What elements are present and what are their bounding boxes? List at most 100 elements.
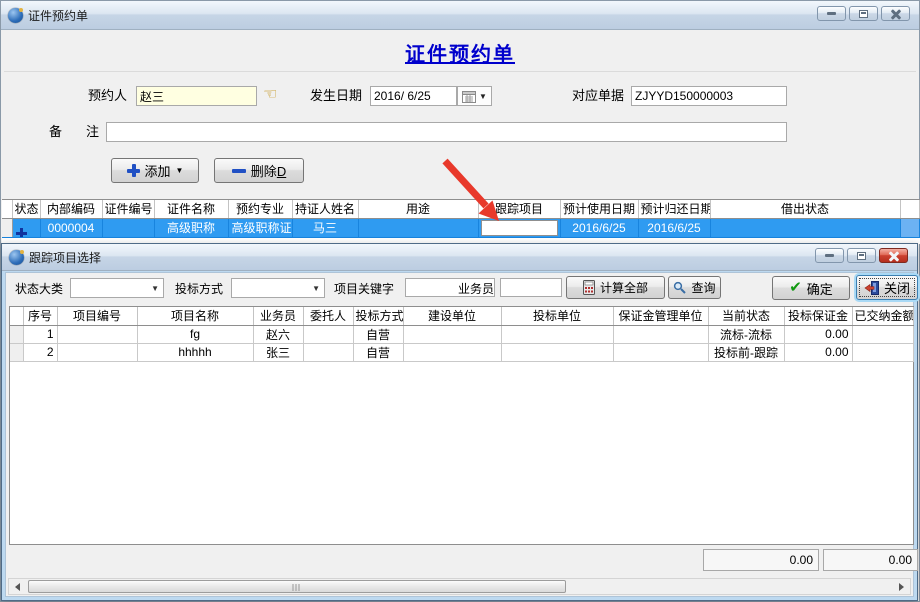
col-tracking-project[interactable]: 跟踪项目 [478, 200, 560, 218]
doc-label: 对应单据 [572, 88, 624, 104]
project-row[interactable]: 1 fg 赵六 自营 流标-流标 0.00 [10, 325, 913, 343]
reserver-input[interactable] [136, 86, 257, 106]
dialog-minimize-button[interactable] [815, 248, 844, 263]
calculator-icon [583, 280, 595, 295]
col-bid-method[interactable]: 投标方式 [353, 307, 403, 325]
query-button[interactable]: 查询 [668, 276, 721, 299]
paid-total: 0.00 [823, 549, 918, 571]
add-plus-icon [127, 164, 140, 177]
col-return-date[interactable]: 预计归还日期 [638, 200, 710, 218]
col-cert-name[interactable]: 证件名称 [154, 200, 228, 218]
main-window-titlebar[interactable]: 证件预约单 [1, 1, 919, 30]
col-status[interactable]: 状态 [12, 200, 40, 218]
status-category-label: 状态大类 [15, 281, 63, 297]
salesperson-label: 业务员 [458, 281, 494, 297]
delete-minus-icon [232, 169, 246, 173]
exit-door-icon [864, 281, 879, 295]
projects-grid: 序号 项目编号 项目名称 业务员 委托人 投标方式 建设单位 投标单位 保证金管… [9, 306, 914, 545]
scroll-right-button[interactable] [893, 579, 910, 594]
dialog-title: 跟踪项目选择 [29, 249, 101, 266]
col-salesperson[interactable]: 业务员 [253, 307, 303, 325]
salesperson-input[interactable] [500, 278, 562, 297]
maximize-button[interactable] [849, 6, 878, 21]
occur-date-label: 发生日期 [310, 88, 362, 104]
col-deposit-mgmt-unit[interactable]: 保证金管理单位 [613, 307, 708, 325]
close-dialog-button[interactable]: 关闭 [856, 275, 918, 300]
col-client[interactable]: 委托人 [303, 307, 353, 325]
col-use-date[interactable]: 预计使用日期 [560, 200, 638, 218]
col-seq[interactable]: 序号 [23, 307, 57, 325]
dialog-maximize-button[interactable] [847, 248, 876, 263]
maximize-icon [859, 10, 868, 18]
chevron-down-icon: ▼ [151, 284, 163, 293]
deposit-total: 0.00 [703, 549, 819, 571]
dialog-titlebar[interactable]: 跟踪项目选择 [2, 244, 917, 271]
col-project-name[interactable]: 项目名称 [137, 307, 253, 325]
col-project-no[interactable]: 项目编号 [57, 307, 137, 325]
dialog-app-icon [9, 250, 24, 265]
page-title: 证件预约单 [1, 38, 919, 67]
projects-grid-header: 序号 项目编号 项目名称 业务员 委托人 投标方式 建设单位 投标单位 保证金管… [10, 307, 913, 325]
app-icon [8, 8, 23, 23]
reserver-label: 预约人 [88, 88, 127, 104]
check-icon: ✔ [789, 281, 802, 295]
ok-button[interactable]: ✔ 确定 [772, 276, 850, 300]
date-dropdown-arrow-icon: ▼ [479, 92, 487, 101]
totals-strip: 0.00 0.00 [6, 545, 913, 576]
keyword-label: 项目关键字 [334, 281, 394, 297]
calc-all-button[interactable]: 计算全部 [566, 276, 665, 299]
close-icon [889, 251, 899, 261]
col-holder[interactable]: 持证人姓名 [292, 200, 358, 218]
certificates-grid: 状态 内部编码 证件编号 证件名称 预约专业 持证人姓名 用途 跟踪项目 预计使… [2, 199, 920, 244]
remark-label-a: 备 [49, 124, 62, 140]
col-paid-amount[interactable]: 已交纳金额 [852, 307, 913, 325]
scroll-left-button[interactable] [9, 579, 26, 594]
col-construction-unit[interactable]: 建设单位 [403, 307, 501, 325]
bid-method-label: 投标方式 [175, 281, 223, 297]
certificate-row-selected[interactable]: 0000004 高级职称 高级职称证 马三 2016/6/25 2016/6/2… [2, 218, 920, 237]
minimize-icon [825, 254, 834, 257]
minimize-icon [827, 12, 836, 15]
screen: 证件预约单 证件预约单 预约人 ☜ 发生日期 ▼ 对应单据 备 注 [0, 0, 920, 602]
doc-input[interactable] [631, 86, 787, 106]
horizontal-scrollbar[interactable] [8, 578, 911, 595]
col-cert-no[interactable]: 证件编号 [102, 200, 154, 218]
close-icon [891, 9, 901, 19]
main-window-title: 证件预约单 [28, 7, 88, 24]
remark-input[interactable] [106, 122, 787, 142]
scrollbar-grip-icon [293, 584, 302, 591]
certificates-grid-header: 状态 内部编码 证件编号 证件名称 预约专业 持证人姓名 用途 跟踪项目 预计使… [2, 200, 920, 218]
chevron-down-icon: ▼ [312, 284, 324, 293]
scrollbar-thumb[interactable] [28, 580, 566, 593]
status-category-combo[interactable]: ▼ [70, 278, 164, 298]
col-current-status[interactable]: 当前状态 [708, 307, 784, 325]
minimize-button[interactable] [817, 6, 846, 21]
main-window-controls [817, 6, 910, 21]
search-icon [673, 281, 686, 294]
add-dropdown-arrow-icon: ▼ [176, 166, 184, 175]
col-bid-deposit[interactable]: 投标保证金 [784, 307, 852, 325]
dialog-window-controls [815, 248, 908, 263]
tracking-project-dialog: 跟踪项目选择 状态大类 ▼ 投标方式 ▼ 项目关键字 业务员 [1, 243, 918, 601]
delete-button[interactable]: 删除D [214, 158, 304, 183]
date-picker-button[interactable]: ▼ [457, 86, 492, 106]
hand-picker-icon[interactable]: ☜ [263, 84, 277, 104]
add-button[interactable]: 添加 ▼ [111, 158, 199, 183]
scroll-right-icon [899, 583, 904, 591]
col-usage[interactable]: 用途 [358, 200, 478, 218]
occur-date-input[interactable] [370, 86, 457, 106]
project-row[interactable]: 2 hhhhh 张三 自营 投标前-跟踪 0.00 [10, 343, 913, 361]
maximize-icon [857, 252, 866, 260]
col-loan-status[interactable]: 借出状态 [710, 200, 900, 218]
close-button[interactable] [881, 6, 910, 21]
calendar-icon [462, 90, 476, 103]
bid-method-combo[interactable]: ▼ [231, 278, 325, 298]
remark-label-b: 注 [86, 124, 99, 140]
tracking-project-edit-cell[interactable] [481, 220, 558, 236]
divider [4, 71, 916, 72]
dialog-close-button[interactable] [879, 248, 908, 263]
col-major[interactable]: 预约专业 [228, 200, 292, 218]
col-bidding-unit[interactable]: 投标单位 [501, 307, 613, 325]
col-internal-code[interactable]: 内部编码 [40, 200, 102, 218]
scroll-left-icon [15, 583, 20, 591]
